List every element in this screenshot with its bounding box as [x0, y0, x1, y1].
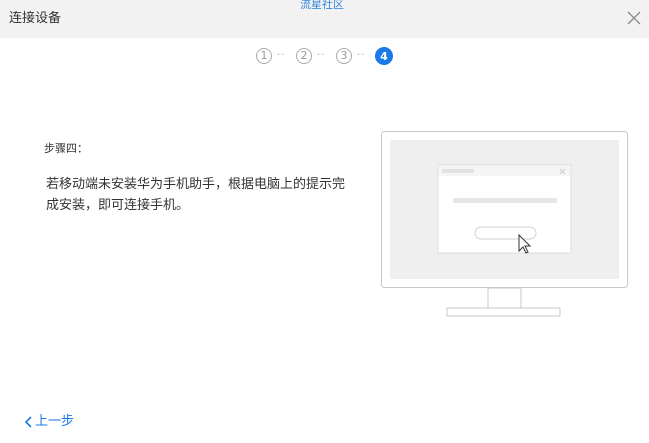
instruction-text: 若移动端未安装华为手机助手，根据电脑上的提示完成安装，即可连接手机。	[46, 177, 346, 213]
close-icon	[627, 11, 641, 25]
watermark: 流星社区	[300, 0, 344, 11]
previous-step-button[interactable]: 上一步	[24, 413, 74, 431]
step-2: 2	[296, 48, 312, 64]
dialog-title: 连接设备	[9, 11, 62, 26]
step-separator: ··	[357, 50, 366, 61]
title-bar: 连接设备 流星社区	[0, 0, 649, 38]
step-1: 1	[256, 48, 272, 64]
previous-step-label: 上一步	[35, 414, 75, 429]
step-3: 3	[336, 48, 352, 64]
close-button[interactable]	[624, 8, 644, 28]
chevron-left-icon	[24, 415, 32, 428]
step-4-current: 4	[375, 47, 393, 65]
monitor-install-dialog-illustration	[381, 131, 628, 317]
step-indicator: 1 ·· 2 ·· 3 ·· 4	[256, 47, 396, 68]
step-separator: ··	[317, 50, 326, 61]
step-label: 步骤四：	[44, 142, 88, 155]
monitor-illustration	[381, 131, 629, 320]
connect-device-dialog: 连接设备 流星社区 1 ·· 2 ·· 3 ·· 4 步骤四： 若移动端未安装华…	[0, 0, 649, 443]
step-separator: ··	[277, 50, 286, 61]
